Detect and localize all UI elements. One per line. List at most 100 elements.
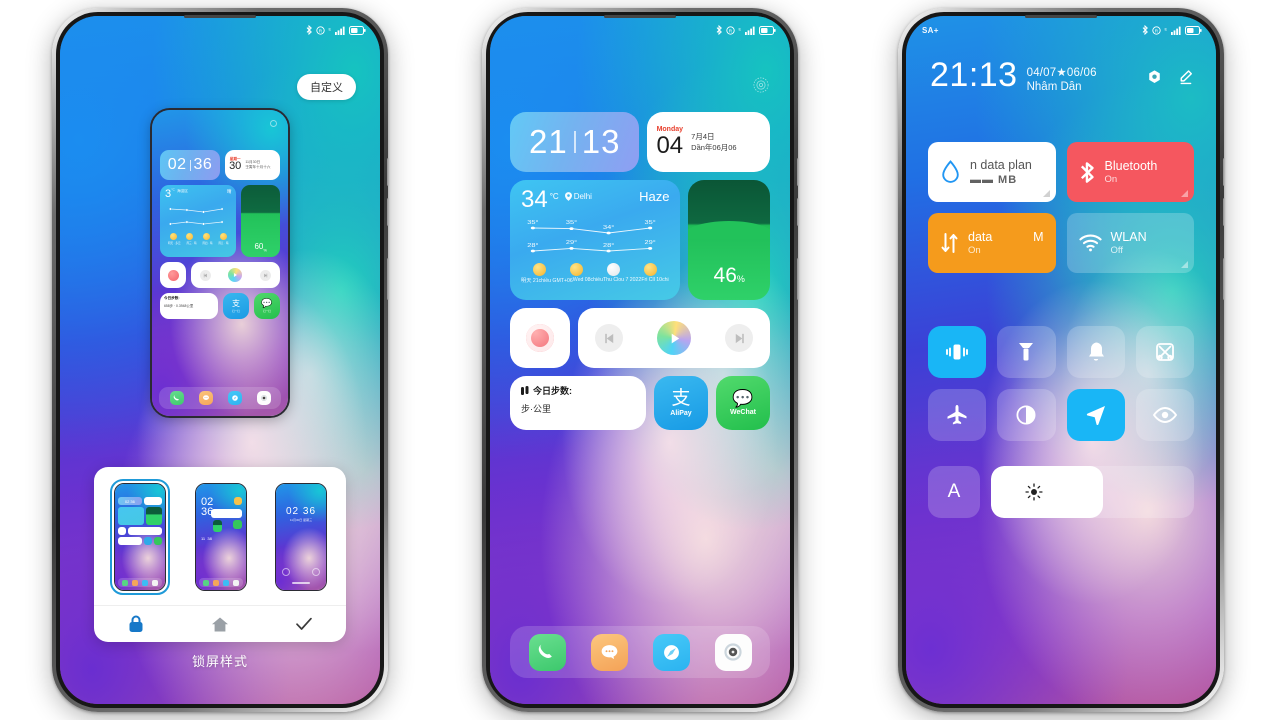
- expand-corner[interactable]: [1042, 190, 1050, 197]
- expand-corner[interactable]: [1181, 261, 1188, 268]
- alipay-label: AliPay: [670, 410, 692, 417]
- preview-weather-day-0: 明天 · 多云: [167, 242, 181, 245]
- weather-widget[interactable]: 34 °C Delhi Haze 35° 35° 34° 35° 28° 29°…: [510, 180, 681, 300]
- calendar-day: 04: [656, 131, 684, 159]
- alipay-shortcut[interactable]: 支 AliPay: [654, 376, 708, 430]
- sidebar-item-home-screen-tab[interactable]: [178, 606, 262, 642]
- thumb-battery: [213, 520, 222, 532]
- camera-icon: [152, 579, 158, 586]
- data-plan-tile[interactable]: n data plan ▬▬ MB: [928, 142, 1056, 202]
- wlan-title: WLAN: [1110, 229, 1147, 244]
- style-thumbnail-minimal[interactable]: 02 36 11月30日 星期三: [275, 483, 327, 591]
- wechat-shortcut[interactable]: 💬 WeChat: [716, 376, 770, 430]
- style-thumbnail-widgets[interactable]: 02 36: [114, 483, 166, 591]
- thumb-media: [128, 527, 162, 535]
- bell-icon: [1088, 342, 1104, 361]
- location-toggle[interactable]: [1066, 389, 1125, 441]
- alipay-glyph: 支: [232, 298, 240, 308]
- next-track-button[interactable]: [725, 324, 753, 352]
- preview-weather-day-2: 周四 · 晴: [202, 242, 213, 245]
- dark-mode-toggle[interactable]: [997, 389, 1056, 441]
- thumbnail-wrap-1[interactable]: 02 36 11 38: [192, 480, 250, 594]
- play-button[interactable]: [657, 321, 691, 355]
- screenshot-toggle[interactable]: [1135, 326, 1194, 378]
- signal-bars-icon: [745, 26, 755, 35]
- phone-frame: SA+ R E 21:13 04/07★06/06 Nhâm Dần n dat…: [898, 8, 1226, 712]
- bluetooth-icon: [1142, 25, 1148, 35]
- thumb-alipay: [144, 537, 152, 545]
- weather-day-label-2: Thu Clou 7 2022: [602, 276, 642, 283]
- thumb-wechat: [233, 520, 242, 529]
- volume-down-button[interactable]: [1223, 198, 1226, 226]
- date-block: 04/07★06/06 Nhâm Dần: [1027, 65, 1097, 93]
- eye-care-toggle[interactable]: [1135, 389, 1194, 441]
- sidebar-item-lock-screen-tab[interactable]: [94, 606, 178, 642]
- steps-title-row: 今日步数:: [521, 384, 635, 397]
- vibrate-toggle[interactable]: [928, 326, 987, 378]
- status-bar: R E: [60, 16, 380, 38]
- volume-down-button[interactable]: [387, 198, 390, 226]
- volume-up-button[interactable]: [797, 158, 800, 186]
- confirm-tab[interactable]: [262, 606, 346, 642]
- preview-weather-day-3: 周五 · 晴: [218, 242, 229, 245]
- widget-row-4: 今日步数: 步·公里 支 AliPay 💬 WeChat: [510, 376, 770, 430]
- weather-header: 34 °C Delhi Haze: [521, 188, 669, 212]
- brightness-fill: [991, 466, 1103, 518]
- mobile-data-title-2: M: [1033, 229, 1044, 244]
- customize-button[interactable]: 自定义: [297, 74, 356, 100]
- thumbnail-wrap-2[interactable]: 02 36 11月30日 星期三: [272, 480, 330, 594]
- browser-icon: [223, 579, 229, 586]
- volume-down-button[interactable]: [797, 198, 800, 226]
- settings-hex-icon[interactable]: [1146, 69, 1163, 86]
- mobile-data-tile[interactable]: data M On: [928, 213, 1056, 273]
- brightness-slider[interactable]: [991, 466, 1194, 518]
- svg-text:29°: 29°: [566, 239, 578, 245]
- ringtone-toggle[interactable]: [1066, 326, 1125, 378]
- sun-cloud-icon: [169, 233, 177, 240]
- volume-up-button[interactable]: [387, 158, 390, 186]
- clock-widget[interactable]: 21 13: [510, 112, 640, 172]
- battery-widget[interactable]: 46%: [688, 180, 770, 300]
- airplane-toggle[interactable]: [928, 389, 987, 441]
- wechat-glyph: 💬: [261, 298, 273, 308]
- calendar-widget[interactable]: Monday 04 7月4日 Dần年06月06: [647, 112, 770, 172]
- phone-1-screen: R E 自定义 02 36 星期一 30 11月30日 壬寅年十月十六 3 ℃ …: [60, 16, 380, 704]
- power-button[interactable]: [387, 258, 390, 300]
- phone-2-screen: R E 21 13 Monday 04 7月4日 Dần年06月06 34 °C…: [490, 16, 790, 704]
- previous-track-button[interactable]: [595, 324, 623, 352]
- edit-pencil-icon[interactable]: [1177, 69, 1194, 86]
- wlan-text: WLAN Off: [1111, 230, 1147, 256]
- camera-icon[interactable]: [714, 633, 752, 671]
- alipay-glyph: 支: [671, 388, 691, 409]
- thumb-weather: [118, 507, 145, 525]
- expand-corner[interactable]: [1181, 190, 1188, 197]
- power-button[interactable]: [797, 258, 800, 300]
- messages-icon[interactable]: [590, 633, 628, 671]
- sun-icon: [219, 233, 227, 240]
- flashlight-toggle[interactable]: [997, 326, 1056, 378]
- steps-widget[interactable]: 今日步数: 步·公里: [510, 376, 646, 430]
- thumbnail-wrap-0[interactable]: 02 36: [110, 479, 170, 595]
- battery-icon: [1185, 25, 1202, 35]
- power-button[interactable]: [1223, 258, 1226, 300]
- sun-icon: [570, 262, 584, 276]
- phone-icon[interactable]: [528, 633, 566, 671]
- volume-up-button[interactable]: [1223, 158, 1226, 186]
- preview-record-button: [160, 262, 186, 288]
- style-thumbnail-stacked[interactable]: 02 36 11 38: [195, 483, 247, 591]
- phone-icon: [122, 579, 128, 586]
- weather-chart: 35° 35° 34° 35° 28° 29° 28° 29°: [521, 214, 669, 262]
- phone-icon: [203, 579, 209, 586]
- thumb-calendar: [143, 497, 162, 505]
- record-button[interactable]: [510, 308, 570, 368]
- bluetooth-tile[interactable]: Bluetooth On: [1066, 142, 1194, 202]
- battery-icon: [759, 25, 776, 35]
- bluetooth-text: Bluetooth On: [1105, 159, 1158, 185]
- phone-1-lock-screen-style-picker: R E 自定义 02 36 星期一 30 11月30日 壬寅年十月十六 3 ℃ …: [52, 8, 390, 712]
- picker-tabs: [94, 605, 346, 642]
- auto-brightness-toggle[interactable]: A: [928, 466, 980, 518]
- lock-screen-preview[interactable]: 02 36 星期一 30 11月30日 壬寅年十月十六 3 ℃ 海淀区 晴 明天…: [150, 108, 290, 418]
- wlan-tile[interactable]: WLAN Off: [1066, 213, 1194, 273]
- settings-gear-icon[interactable]: [752, 76, 770, 94]
- browser-icon[interactable]: [652, 633, 690, 671]
